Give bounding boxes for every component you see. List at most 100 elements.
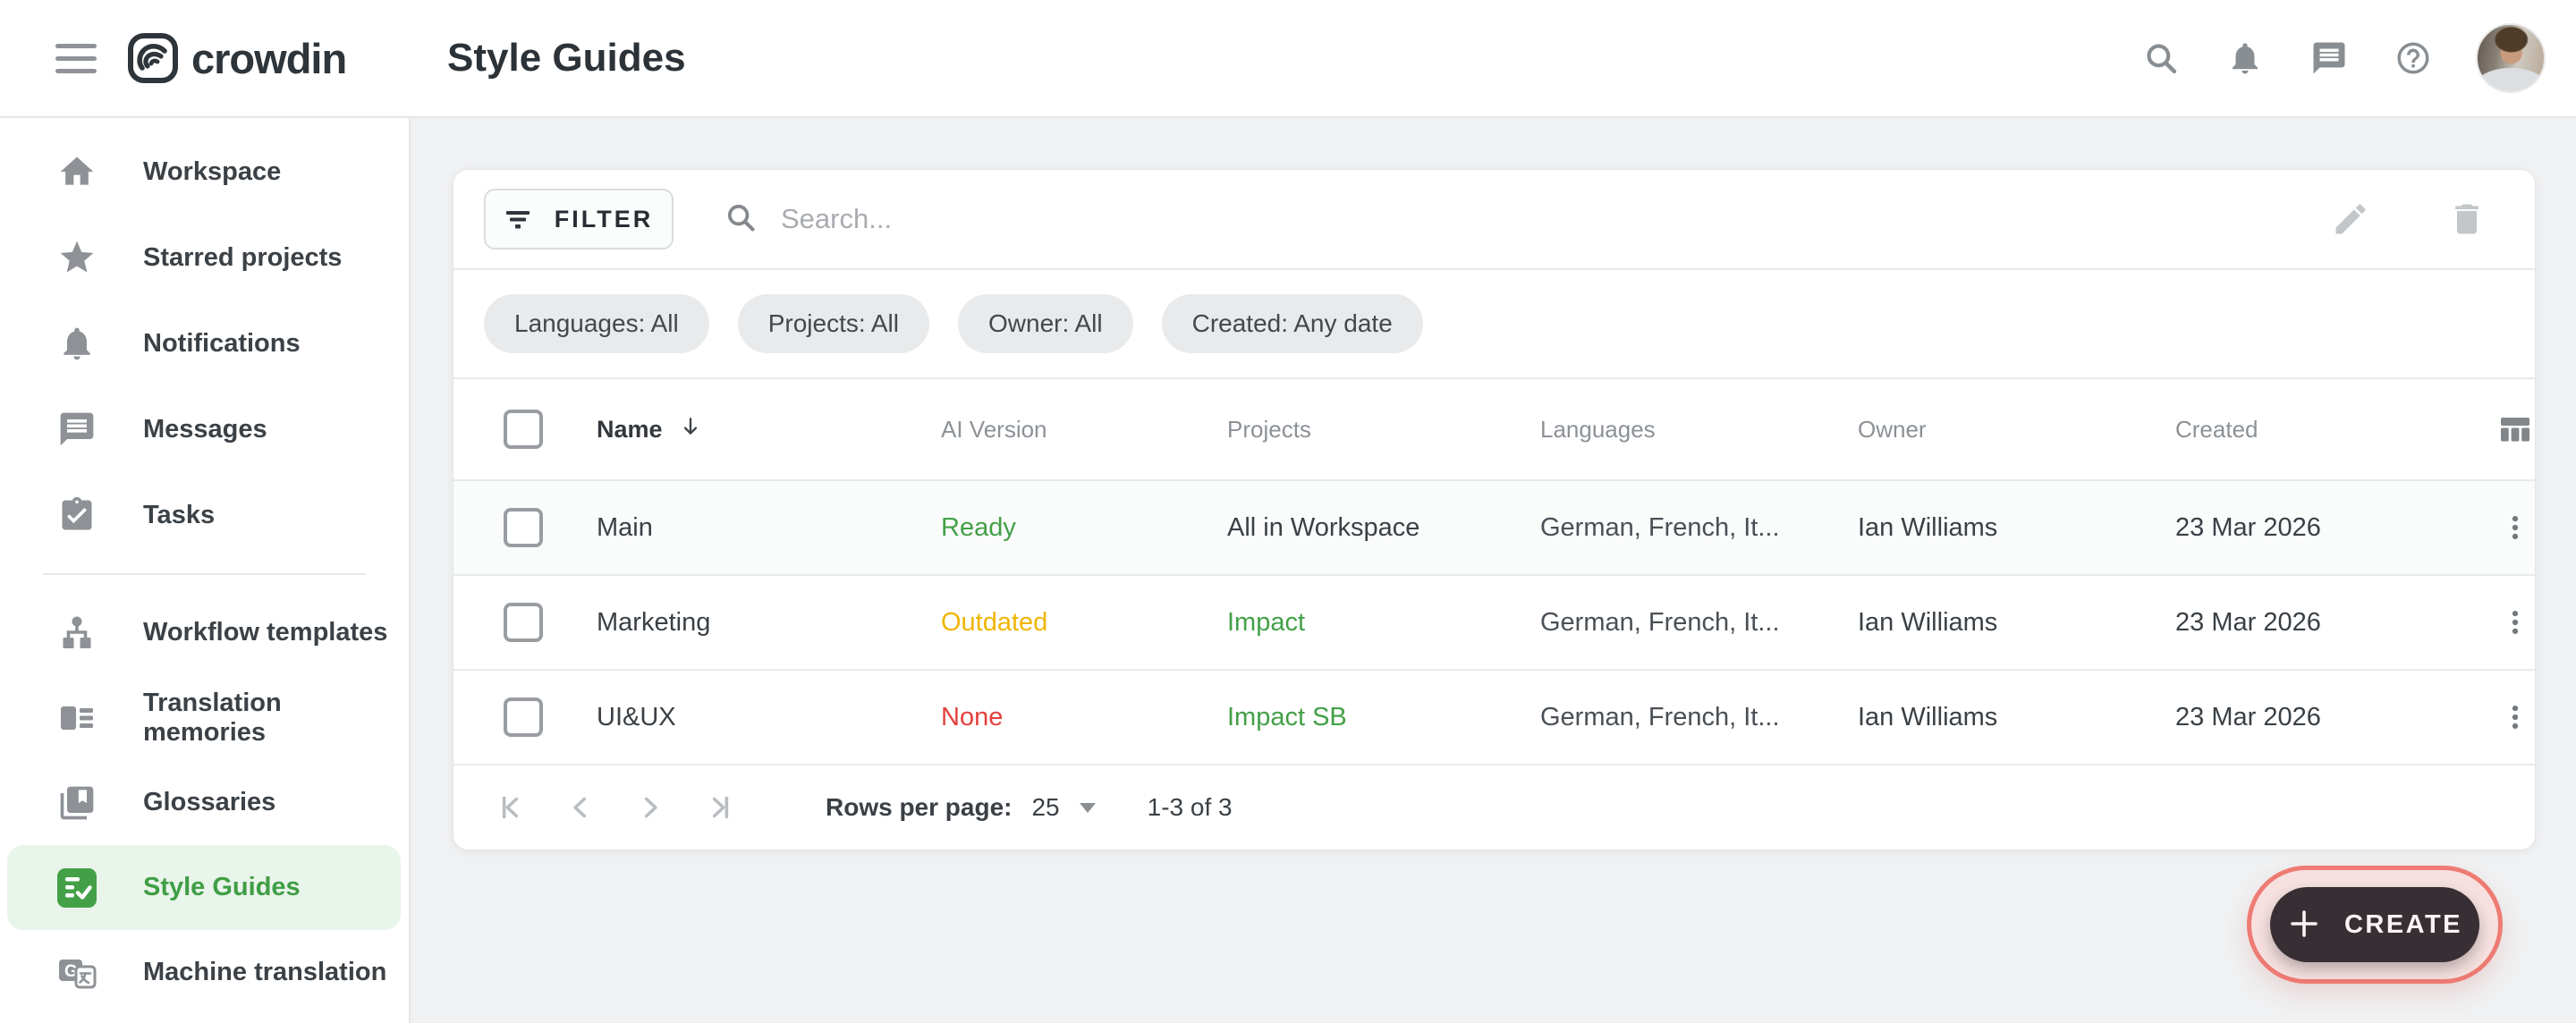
cell-created: 23 Mar 2026 — [2175, 608, 2496, 638]
menu-icon[interactable] — [55, 36, 100, 80]
cell-name: Main — [597, 513, 941, 543]
row-checkbox[interactable] — [504, 508, 543, 547]
table-row[interactable]: UI&UX None Impact SB German, French, It.… — [453, 671, 2535, 765]
sidebar-item-label: Machine translation — [143, 958, 386, 987]
chip-owner[interactable]: Owner: All — [958, 294, 1133, 353]
sidebar-item-label: Notifications — [143, 329, 301, 359]
kebab-menu-icon[interactable] — [2496, 607, 2535, 638]
cell-projects-link[interactable]: Impact — [1227, 608, 1540, 638]
table-row[interactable]: Marketing Outdated Impact German, French… — [453, 576, 2535, 671]
cell-projects-link[interactable]: Impact SB — [1227, 703, 1540, 732]
style-guides-card: FILTER La — [453, 170, 2535, 850]
sidebar-item-label: Messages — [143, 415, 267, 444]
plus-icon — [2287, 907, 2321, 943]
star-icon — [57, 238, 97, 277]
table-toolbar: FILTER — [453, 170, 2535, 270]
first-page-icon[interactable] — [489, 786, 532, 829]
cell-owner: Ian Williams — [1858, 608, 2175, 638]
sidebar-item-translation-memories[interactable]: Translation memories — [0, 675, 409, 760]
tasks-icon — [57, 495, 97, 535]
avatar[interactable] — [2476, 23, 2546, 93]
column-header-ai-version: AI Version — [941, 416, 1227, 444]
page-title: Style Guides — [447, 0, 686, 116]
search-icon — [724, 200, 758, 239]
column-header-created: Created — [2175, 416, 2496, 444]
search-box — [724, 200, 2329, 239]
cell-name: Marketing — [597, 608, 941, 638]
filter-chips-row: Languages: All Projects: All Owner: All … — [453, 270, 2535, 379]
crowdin-logo-icon — [127, 32, 179, 84]
filter-icon — [504, 205, 531, 234]
toolbar-actions — [2329, 198, 2488, 241]
columns-icon[interactable] — [2496, 411, 2535, 447]
cell-ai-version: Outdated — [941, 608, 1227, 638]
sidebar-item-label: Workflow templates — [143, 618, 387, 647]
sidebar-item-tasks[interactable]: Tasks — [0, 472, 409, 558]
delete-icon[interactable] — [2445, 198, 2488, 241]
style-guide-icon — [57, 868, 97, 908]
sidebar-item-label: Tasks — [143, 501, 215, 530]
notifications-icon[interactable] — [2224, 37, 2267, 80]
search-input[interactable] — [781, 203, 1586, 235]
chip-projects[interactable]: Projects: All — [738, 294, 929, 353]
messages-icon[interactable] — [2308, 37, 2351, 80]
cell-created: 23 Mar 2026 — [2175, 703, 2496, 732]
crowdin-app: crowdin Style Guides Workspace — [0, 0, 2576, 1023]
cell-languages: German, French, It... — [1540, 513, 1858, 543]
dropdown-arrow-icon — [1080, 803, 1096, 813]
sidebar-item-label: Starred projects — [143, 243, 342, 273]
search-icon[interactable] — [2140, 37, 2182, 80]
filter-button[interactable]: FILTER — [484, 189, 674, 249]
workflow-icon — [57, 613, 97, 653]
cell-languages: German, French, It... — [1540, 608, 1858, 638]
chip-created[interactable]: Created: Any date — [1162, 294, 1423, 353]
next-page-icon[interactable] — [629, 786, 672, 829]
message-icon — [57, 410, 97, 449]
last-page-icon[interactable] — [699, 786, 741, 829]
sidebar-item-messages[interactable]: Messages — [0, 386, 409, 472]
cell-owner: Ian Williams — [1858, 703, 2175, 732]
table-row[interactable]: Main Ready All in Workspace German, Fren… — [453, 481, 2535, 576]
bell-icon — [57, 324, 97, 363]
brand-name: crowdin — [191, 34, 346, 83]
row-checkbox[interactable] — [504, 698, 543, 737]
row-checkbox[interactable] — [504, 603, 543, 642]
sidebar-item-label: Glossaries — [143, 788, 275, 817]
column-header-owner: Owner — [1858, 416, 2175, 444]
column-header-name[interactable]: Name — [597, 415, 941, 444]
edit-icon[interactable] — [2329, 198, 2372, 241]
kebab-menu-icon[interactable] — [2496, 702, 2535, 732]
cell-created: 23 Mar 2026 — [2175, 513, 2496, 543]
sidebar-item-workspace[interactable]: Workspace — [0, 129, 409, 215]
pagination-range: 1-3 of 3 — [1148, 793, 1233, 822]
select-all-checkbox[interactable] — [504, 410, 543, 449]
topbar-actions — [2140, 0, 2546, 116]
rows-per-page-label: Rows per page: — [826, 793, 1012, 822]
help-icon[interactable] — [2392, 37, 2435, 80]
create-button[interactable]: CREATE — [2270, 887, 2479, 962]
cell-languages: German, French, It... — [1540, 703, 1858, 732]
sidebar-item-notifications[interactable]: Notifications — [0, 300, 409, 386]
sidebar-item-style-guides[interactable]: Style Guides — [7, 845, 401, 930]
sidebar-item-workflow-templates[interactable]: Workflow templates — [0, 590, 409, 675]
translation-memory-icon — [57, 698, 97, 738]
main-content: FILTER La — [411, 118, 2576, 1023]
glossary-icon — [57, 783, 97, 823]
kebab-menu-icon[interactable] — [2496, 512, 2535, 543]
sidebar-item-glossaries[interactable]: Glossaries — [0, 760, 409, 845]
home-icon — [57, 152, 97, 191]
crowdin-logo[interactable]: crowdin — [127, 0, 346, 116]
column-header-languages: Languages — [1540, 416, 1858, 444]
cell-projects: All in Workspace — [1227, 513, 1540, 543]
sidebar-item-label: Style Guides — [143, 873, 301, 902]
rows-per-page-select[interactable]: 25 — [1031, 793, 1095, 822]
machine-translation-icon: G — [57, 953, 97, 993]
chip-languages[interactable]: Languages: All — [484, 294, 709, 353]
sidebar-item-machine-translation[interactable]: G Machine translation — [0, 930, 409, 1015]
cell-ai-version: None — [941, 703, 1227, 732]
create-button-label: CREATE — [2344, 910, 2462, 940]
prev-page-icon[interactable] — [559, 786, 602, 829]
filter-button-label: FILTER — [555, 206, 653, 233]
sidebar-item-starred-projects[interactable]: Starred projects — [0, 215, 409, 300]
top-bar: crowdin Style Guides — [0, 0, 2576, 118]
